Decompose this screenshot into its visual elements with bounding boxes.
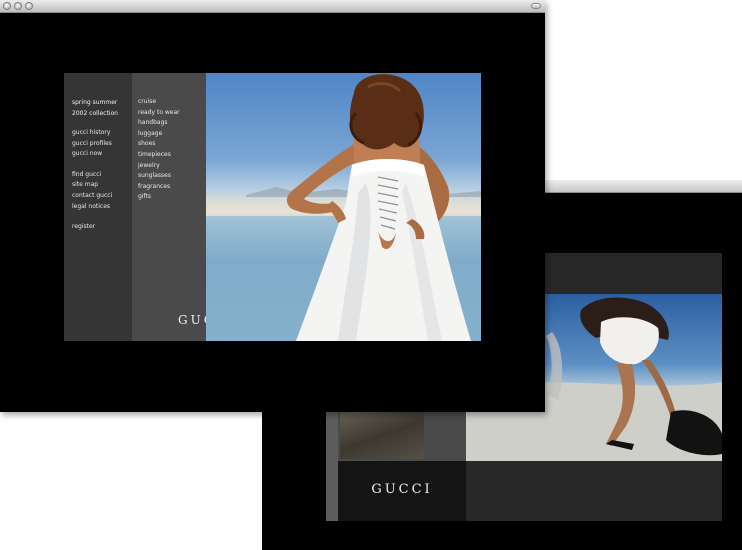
nav-site-map[interactable]: site map: [72, 180, 112, 191]
category-ready-to-wear[interactable]: ready to wear: [138, 108, 180, 119]
model-illustration: [206, 74, 481, 341]
toolbar-toggle-button[interactable]: [531, 3, 541, 9]
sidebar-nav: gucci history gucci profiles gucci now f…: [72, 128, 112, 233]
category-fragrances[interactable]: fragrances: [138, 182, 180, 193]
minimize-button[interactable]: [14, 2, 22, 10]
category-gifts[interactable]: gifts: [138, 192, 180, 203]
category-cruise[interactable]: cruise: [138, 97, 180, 108]
nav-contact-gucci[interactable]: contact gucci: [72, 191, 112, 202]
heading-line[interactable]: spring summer: [72, 98, 118, 109]
gucci-logo[interactable]: GUCCI: [338, 482, 466, 497]
zoom-button[interactable]: [25, 2, 33, 10]
category-sunglasses[interactable]: sunglasses: [138, 171, 180, 182]
nav-legal-notices[interactable]: legal notices: [72, 202, 112, 213]
category-luggage[interactable]: luggage: [138, 129, 180, 140]
nav-gucci-profiles[interactable]: gucci profiles: [72, 139, 112, 150]
category-column: cruise ready to wear handbags luggage sh…: [132, 73, 233, 341]
close-button[interactable]: [3, 2, 11, 10]
heading-line[interactable]: 2002 collection: [72, 109, 118, 120]
nav-gucci-now[interactable]: gucci now: [72, 149, 112, 160]
browser-window: spring summer 2002 collection gucci hist…: [0, 0, 545, 412]
product-thumbnail[interactable]: [340, 412, 424, 459]
category-nav: cruise ready to wear handbags luggage sh…: [138, 97, 180, 203]
nav-gucci-history[interactable]: gucci history: [72, 128, 112, 139]
category-handbags[interactable]: handbags: [138, 118, 180, 129]
hero-photo: [206, 73, 481, 341]
gucci-site: spring summer 2002 collection gucci hist…: [64, 73, 481, 341]
category-shoes[interactable]: shoes: [138, 139, 180, 150]
logo-band: GUCCI: [338, 461, 466, 521]
category-timepieces[interactable]: timepieces: [138, 150, 180, 161]
nav-register[interactable]: register: [72, 222, 112, 233]
sidebar: spring summer 2002 collection gucci hist…: [64, 73, 132, 341]
collection-heading[interactable]: spring summer 2002 collection: [72, 98, 118, 119]
category-jewelry[interactable]: jewelry: [138, 161, 180, 172]
window-titlebar[interactable]: [0, 0, 545, 13]
nav-find-gucci[interactable]: find gucci: [72, 170, 112, 181]
